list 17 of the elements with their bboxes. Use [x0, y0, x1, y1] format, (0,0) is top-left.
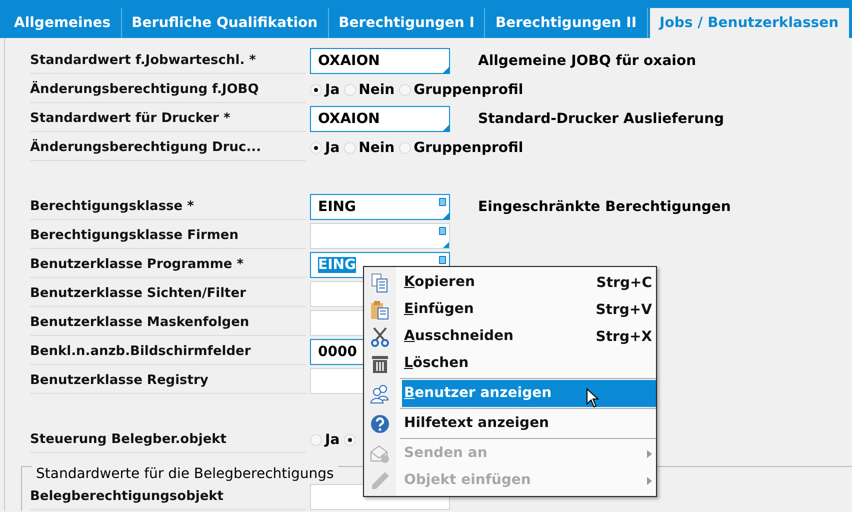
field-label: Änderungsberechtigung f.JOBQ [30, 76, 306, 103]
field-label: Benutzerklasse Registry [30, 367, 306, 394]
field-label: Änderungsberechtigung Druc... [30, 134, 306, 161]
field-label: Benutzerklasse Maskenfolgen [30, 309, 306, 336]
field-label: Steuerung Belegber.objekt [30, 426, 306, 453]
field-label: Benutzerklasse Programme * [30, 251, 306, 278]
field-label: Standardwert für Drucker * [30, 105, 306, 132]
field-label: Standardwert f.Jobwarteschl. * [30, 47, 306, 74]
field-label: Berechtigungsklasse * [30, 193, 306, 220]
field-label: Belegberechtigungsobjekt [30, 483, 306, 510]
field-description: Standard-Drucker Auslieferung [478, 110, 724, 126]
field-description: Eingeschränkte Berechtigungen [478, 198, 731, 214]
field-label: Benutzerklasse Sichten/Filter [30, 280, 306, 307]
field-description: Allgemeine JOBQ für oxaion [478, 52, 696, 68]
field-label: Benkl.n.anzb.Bildschirmfelder [30, 338, 306, 365]
field-label: Berechtigungsklasse Firmen [30, 222, 306, 249]
group-title: Standardwerte für die Belegberechtigungs [32, 466, 338, 482]
